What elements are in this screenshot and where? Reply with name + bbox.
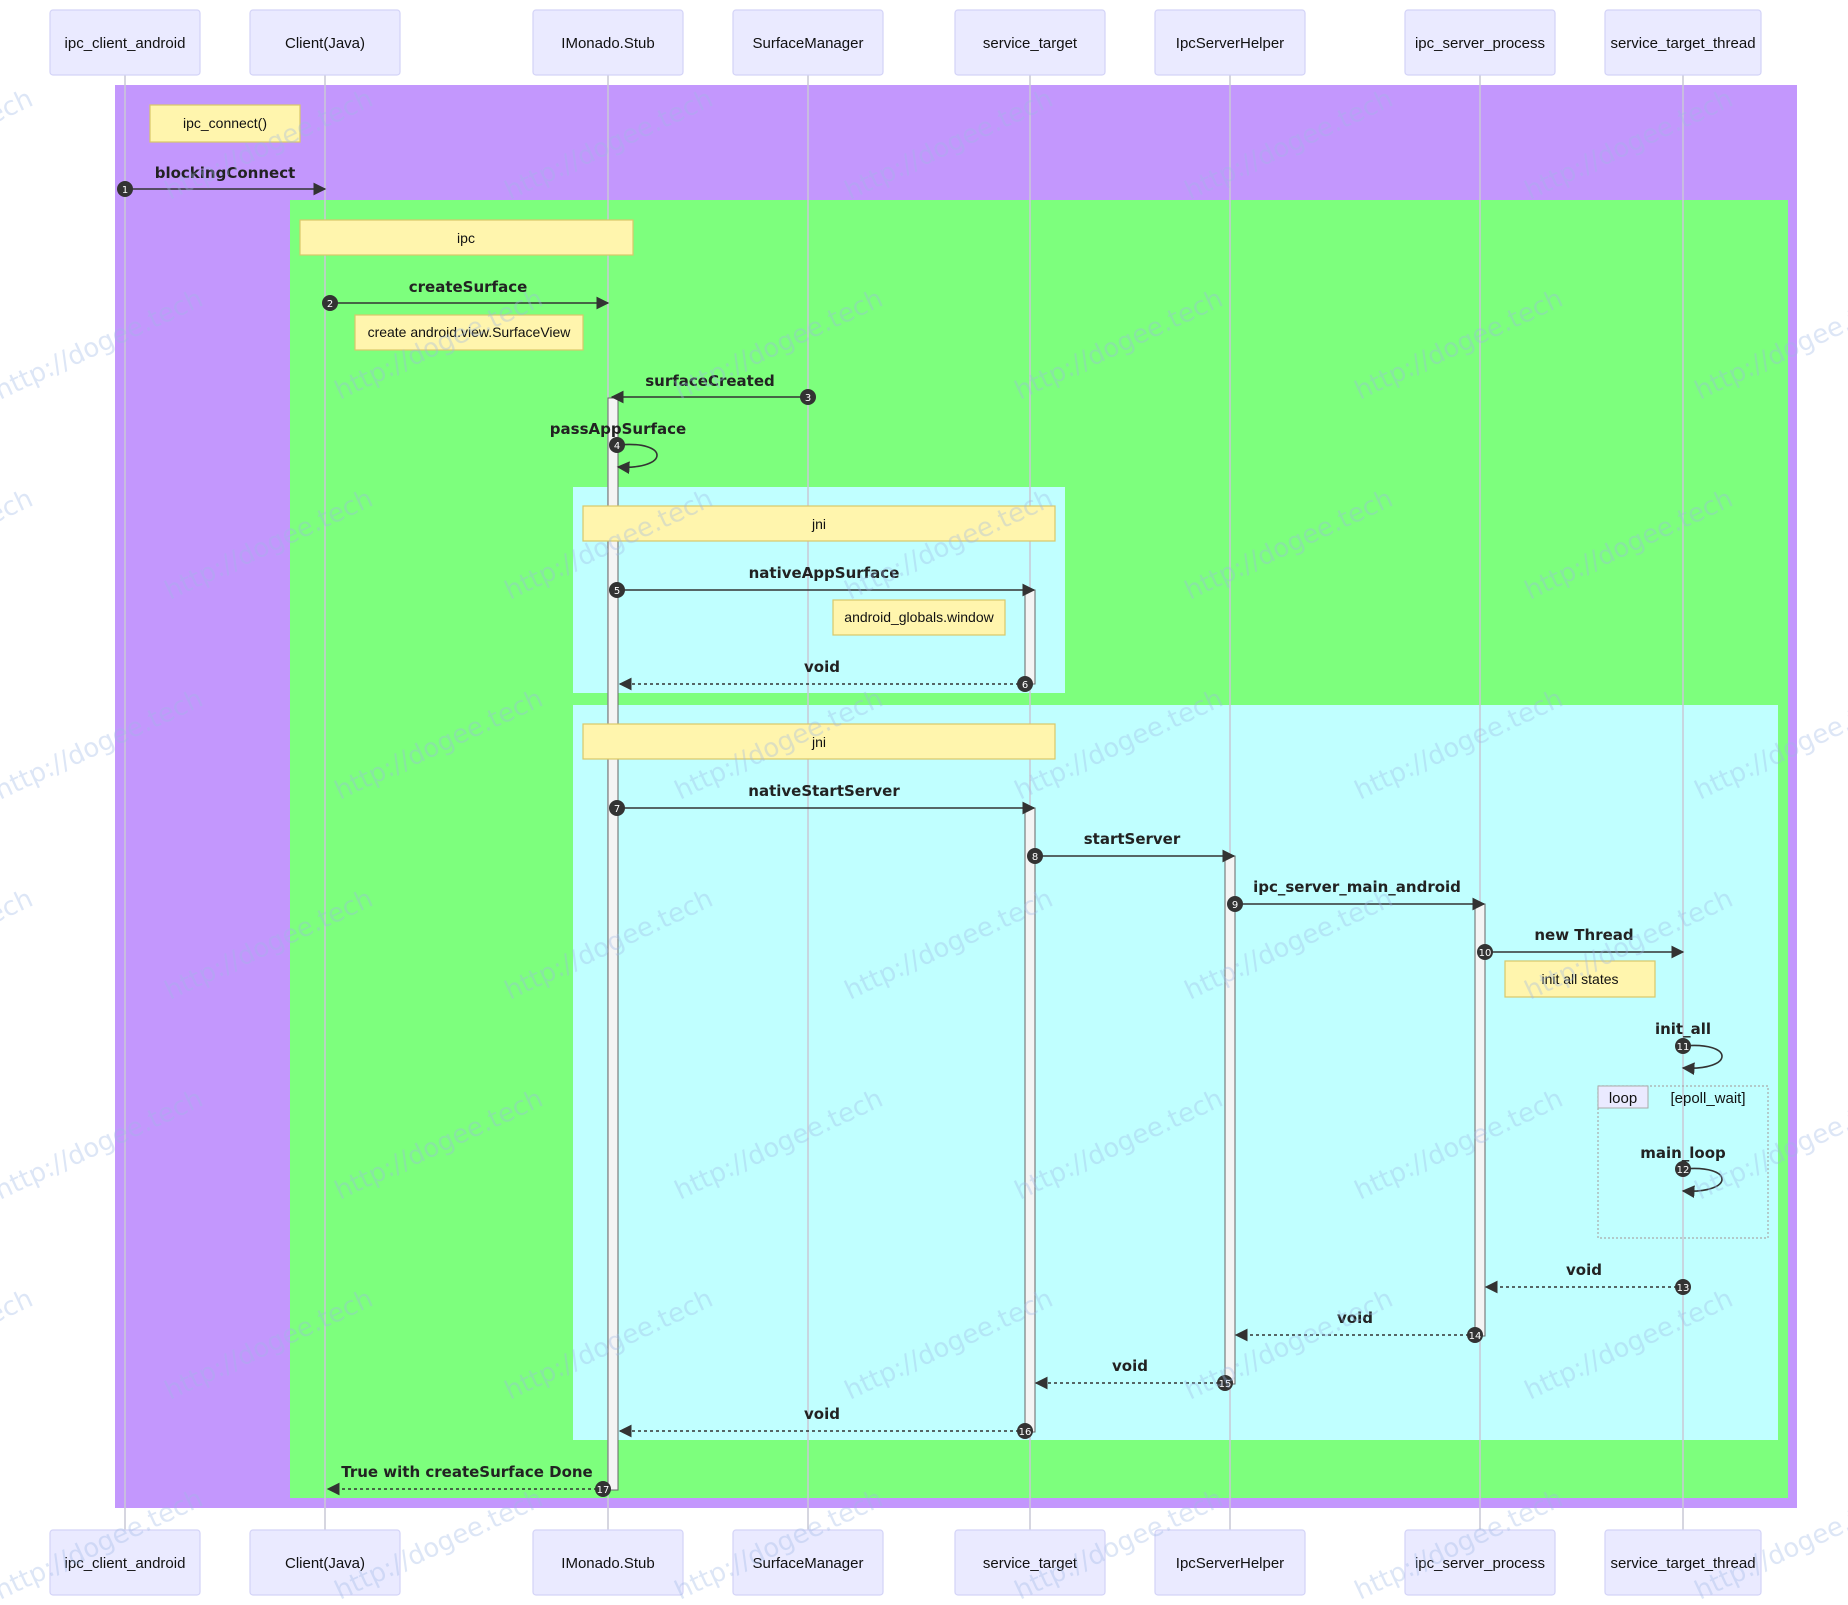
svg-text:14: 14 — [1469, 1331, 1482, 1342]
actor-label: IMonado.Stub — [561, 35, 654, 52]
watermark-text: http://dogee.tech — [0, 0, 208, 6]
actor-ipc_server_helper: IpcServerHelper — [1154, 1529, 1306, 1596]
actor-ipc_server_process: ipc_server_process — [1404, 9, 1556, 76]
svg-text:main_loop: main_loop — [1640, 1144, 1726, 1162]
svg-text:11: 11 — [1677, 1042, 1690, 1053]
svg-text:jni: jni — [811, 516, 826, 532]
actor-label: ipc_client_android — [65, 35, 186, 52]
svg-text:nativeStartServer: nativeStartServer — [748, 782, 900, 800]
svg-text:4: 4 — [614, 441, 620, 452]
svg-text:True with createSurface Done: True with createSurface Done — [341, 1463, 592, 1481]
watermark-text: http://dogee.tech — [330, 0, 547, 6]
svg-text:passAppSurface: passAppSurface — [550, 420, 686, 438]
svg-text:void: void — [1112, 1357, 1148, 1375]
svg-text:16: 16 — [1019, 1427, 1032, 1438]
svg-text:5: 5 — [614, 586, 620, 597]
svg-text:init_all: init_all — [1655, 1020, 1711, 1038]
svg-text:6: 6 — [1022, 680, 1028, 691]
watermark-text: http://dogee.tech — [670, 0, 887, 6]
note-android-globals-window: android_globals.window — [832, 599, 1006, 636]
svg-text:void: void — [804, 658, 840, 676]
svg-text:ipc: ipc — [457, 230, 475, 246]
svg-text:17: 17 — [597, 1485, 610, 1496]
svg-text:ipc_server_main_android: ipc_server_main_android — [1253, 878, 1461, 896]
svg-text:9: 9 — [1232, 900, 1238, 911]
actor-label: IpcServerHelper — [1176, 1555, 1284, 1572]
actor-label: service_target — [983, 35, 1078, 52]
svg-text:7: 7 — [614, 804, 620, 815]
actor-ipc_server_helper: IpcServerHelper — [1154, 9, 1306, 76]
svg-text:10: 10 — [1479, 948, 1492, 959]
actor-imonado_stub: IMonado.Stub — [532, 1529, 684, 1596]
actor-label: service_target_thread — [1610, 35, 1755, 52]
actors-top: ipc_client_android Client(Java) IMonado.… — [49, 9, 1762, 76]
svg-text:createSurface: createSurface — [409, 278, 528, 296]
actor-imonado_stub: IMonado.Stub — [532, 9, 684, 76]
svg-text:void: void — [1566, 1261, 1602, 1279]
watermark-text: http://dogee.tech — [1350, 0, 1567, 6]
svg-text:void: void — [804, 1405, 840, 1423]
svg-text:android_globals.window: android_globals.window — [844, 609, 994, 625]
jni-group-rect-2 — [573, 705, 1778, 1440]
svg-text:startServer: startServer — [1084, 830, 1181, 848]
svg-text:13: 13 — [1677, 1283, 1690, 1294]
loop-condition: [epoll_wait] — [1670, 1090, 1745, 1107]
actor-label: Client(Java) — [285, 35, 365, 52]
loop-keyword: loop — [1609, 1090, 1637, 1107]
watermark-text: http://dogee.tech — [1690, 0, 1848, 6]
svg-text:3: 3 — [805, 393, 811, 404]
watermark-text: http://dogee.tech — [0, 1284, 38, 1407]
actor-service_target_thread: service_target_thread — [1604, 9, 1762, 76]
note-ipc: ipc — [299, 219, 634, 256]
sequence-diagram: ipc_client_android Client(Java) IMonado.… — [0, 0, 1848, 1605]
svg-text:12: 12 — [1677, 1165, 1690, 1176]
actor-ipc_client_android: ipc_client_android — [49, 9, 201, 76]
activation-ipc_server_helper — [1224, 855, 1236, 1385]
svg-text:1: 1 — [122, 185, 128, 196]
actor-label: IpcServerHelper — [1176, 35, 1284, 52]
watermark-text: http://dogee.tech — [0, 84, 38, 207]
svg-text:2: 2 — [327, 299, 333, 310]
activation-service_target-1 — [1024, 589, 1036, 685]
svg-text:ipc_connect(): ipc_connect() — [183, 115, 267, 131]
svg-text:8: 8 — [1032, 852, 1038, 863]
actor-service_target: service_target — [954, 9, 1106, 76]
watermark-text: http://dogee.tech — [0, 484, 38, 607]
actor-surface_manager: SurfaceManager — [732, 9, 884, 76]
watermark-text: http://dogee.tech — [0, 884, 38, 1007]
actor-label: ipc_server_process — [1415, 35, 1545, 52]
actor-client_java: Client(Java) — [249, 9, 401, 76]
watermark-text: http://dogee.tech — [1010, 0, 1227, 6]
actor-label: IMonado.Stub — [561, 1555, 654, 1572]
actor-label: SurfaceManager — [753, 35, 864, 52]
